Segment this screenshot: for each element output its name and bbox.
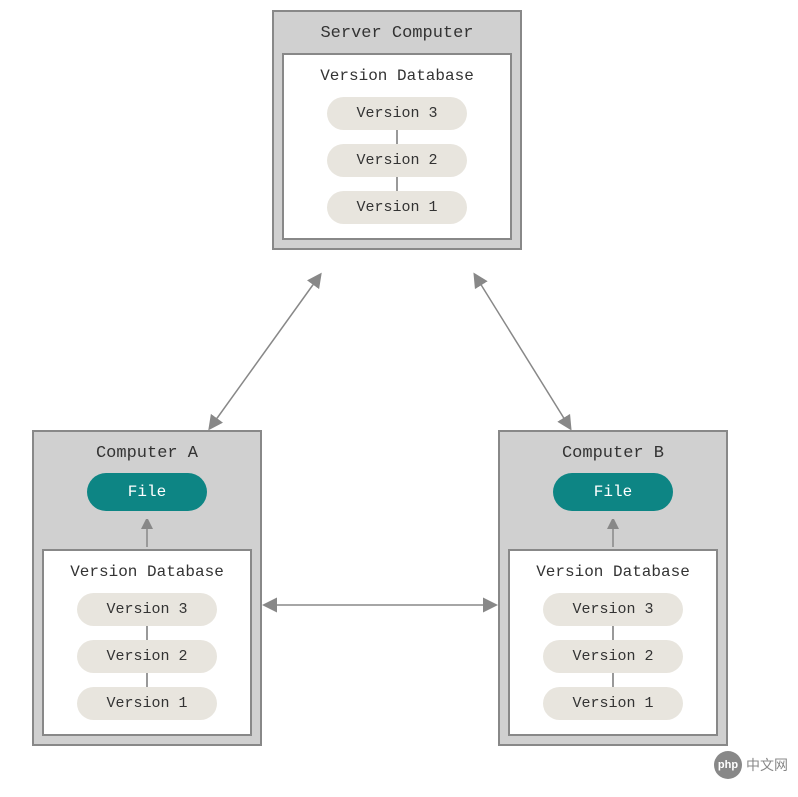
file-pill: File	[553, 473, 673, 511]
version-pill: Version 3	[77, 593, 217, 626]
version-pill: Version 3	[327, 97, 467, 130]
server-title: Server Computer	[282, 20, 512, 53]
connector-line	[396, 177, 398, 191]
computer-b-title: Computer B	[508, 440, 718, 473]
version-pill: Version 1	[327, 191, 467, 224]
server-db-box: Version Database Version 3 Version 2 Ver…	[282, 53, 512, 240]
watermark-text: 中文网	[746, 755, 788, 775]
computer-b-db-box: Version Database Version 3 Version 2 Ver…	[508, 549, 718, 736]
computer-a-db-title: Version Database	[56, 561, 238, 593]
arrow-up-icon	[603, 519, 623, 549]
computer-b-db-title: Version Database	[522, 561, 704, 593]
connector-line	[612, 626, 614, 640]
version-pill: Version 3	[543, 593, 683, 626]
server-db-title: Version Database	[296, 65, 498, 97]
watermark: php 中文网	[714, 751, 788, 779]
version-pill: Version 1	[77, 687, 217, 720]
arrow-up-icon	[137, 519, 157, 549]
server-computer-box: Server Computer Version Database Version…	[272, 10, 522, 250]
version-pill: Version 1	[543, 687, 683, 720]
file-pill: File	[87, 473, 207, 511]
computer-a-title: Computer A	[42, 440, 252, 473]
computer-b-box: Computer B File Version Database Version…	[498, 430, 728, 746]
version-pill: Version 2	[77, 640, 217, 673]
connector-line	[396, 130, 398, 144]
version-pill: Version 2	[327, 144, 467, 177]
version-pill: Version 2	[543, 640, 683, 673]
computer-a-db-box: Version Database Version 3 Version 2 Ver…	[42, 549, 252, 736]
computer-a-box: Computer A File Version Database Version…	[32, 430, 262, 746]
connector-line	[146, 626, 148, 640]
watermark-logo-icon: php	[714, 751, 742, 779]
connector-line	[146, 673, 148, 687]
connector-line	[612, 673, 614, 687]
